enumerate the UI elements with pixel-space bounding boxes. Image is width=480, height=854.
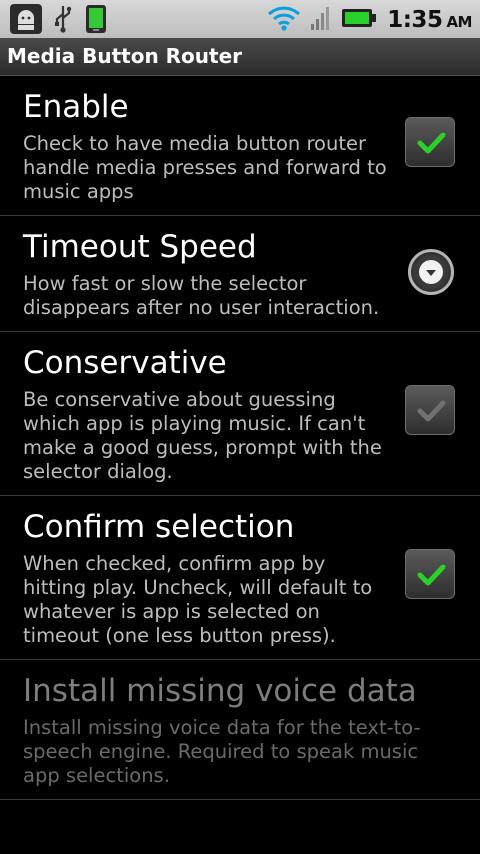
pref-summary: Be conservative about guessing which app… <box>23 388 382 483</box>
pref-title: Confirm selection <box>23 509 295 545</box>
pref-summary: Install missing voice data for the text-… <box>23 716 421 787</box>
status-bar-left-icons <box>10 4 108 38</box>
pref-summary: When checked, confirm app by hitting pla… <box>23 552 373 647</box>
enable-checkbox[interactable] <box>405 117 455 167</box>
battery-phone-icon <box>84 4 108 38</box>
usb-icon <box>52 4 74 38</box>
pref-title: Conservative <box>23 345 227 381</box>
confirm-selection-checkbox[interactable] <box>405 549 455 599</box>
conservative-checkbox[interactable] <box>405 385 455 435</box>
clock: 1:35 AM <box>387 7 472 33</box>
pref-enable[interactable]: Enable Check to have media button router… <box>0 76 480 216</box>
pref-title: Timeout Speed <box>23 229 257 265</box>
pref-title: Install missing voice data <box>23 673 417 709</box>
pref-timeout-speed[interactable]: Timeout Speed How fast or slow the selec… <box>0 216 480 332</box>
status-bar: 1:35 AM <box>0 0 480 38</box>
pref-install-voice-data: Install missing voice data Install missi… <box>0 660 480 800</box>
app-title-bar: Media Button Router <box>0 38 480 76</box>
wifi-icon <box>267 4 301 36</box>
app-title: Media Button Router <box>7 44 243 68</box>
pref-summary: How fast or slow the selector disappears… <box>23 272 380 319</box>
pref-title: Enable <box>23 89 129 125</box>
preferences-list: Enable Check to have media button router… <box>0 76 480 800</box>
clock-ampm: AM <box>446 13 472 31</box>
signal-icon <box>311 4 331 36</box>
battery-icon <box>341 7 377 33</box>
dropdown-arrow-knob <box>419 260 443 284</box>
status-bar-right-icons: 1:35 AM <box>267 4 472 36</box>
pref-conservative[interactable]: Conservative Be conservative about guess… <box>0 332 480 496</box>
android-debug-icon <box>10 4 42 38</box>
dropdown-arrow-icon[interactable] <box>408 249 454 295</box>
pref-confirm-selection[interactable]: Confirm selection When checked, confirm … <box>0 496 480 660</box>
clock-time: 1:35 <box>387 7 443 33</box>
pref-summary: Check to have media button router handle… <box>23 132 387 203</box>
